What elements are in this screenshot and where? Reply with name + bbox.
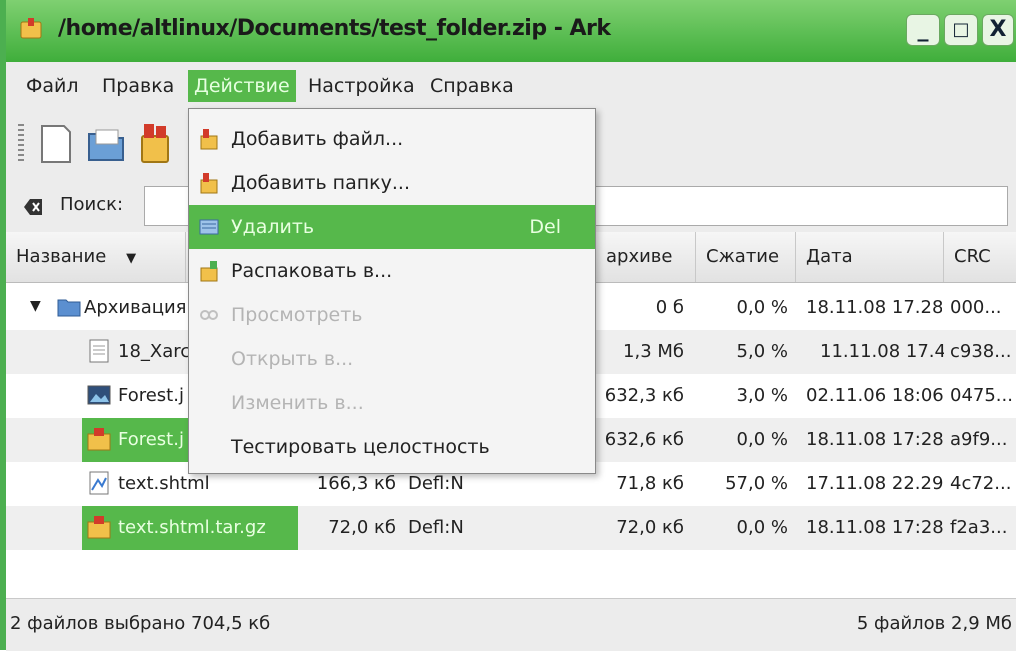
date: 18.11.08 17.28 — [806, 297, 942, 318]
html-file-icon — [89, 471, 109, 495]
clear-search-icon[interactable] — [22, 196, 44, 218]
packed-size: 1,3 Мб — [623, 341, 684, 362]
new-archive-icon[interactable] — [36, 122, 76, 166]
compression-method: Defl:N — [408, 517, 464, 538]
file-name: Архивация — [84, 297, 187, 318]
ratio: 3,0 % — [736, 385, 788, 406]
image-icon — [87, 385, 111, 405]
crc: 000... — [950, 297, 1002, 318]
menu-settings[interactable]: Настройка — [302, 70, 421, 102]
column-packed-header[interactable]: архиве — [596, 232, 696, 282]
close-button[interactable]: X — [982, 14, 1014, 46]
date: 17.11.08 22.29 — [806, 473, 944, 494]
toolbar-grip[interactable] — [18, 124, 24, 164]
column-crc-header[interactable]: CRC — [944, 232, 1016, 282]
packed-size: 632,6 кб — [604, 429, 684, 450]
search-label: Поиск: — [60, 194, 124, 215]
menu-action[interactable]: Действие — [188, 70, 296, 102]
menu-help[interactable]: Справка — [424, 70, 520, 102]
extract-icon — [200, 261, 218, 282]
packed-size: 72,0 кб — [616, 517, 684, 538]
menu-item-label: Распаковать в... — [231, 260, 393, 282]
add-file-icon[interactable] — [136, 122, 176, 166]
crc: 0475... — [950, 385, 1013, 406]
menu-item-label: Изменить в... — [231, 392, 364, 414]
crc: a9f9... — [950, 429, 1008, 450]
date: 11.11.08 17.41 — [820, 341, 944, 362]
column-ratio-header[interactable]: Сжатие — [696, 232, 796, 282]
window-title: /home/altlinux/Documents/test_folder.zip… — [58, 16, 611, 41]
crc: f2a3... — [950, 517, 1008, 538]
menu-item-add-file[interactable]: Добавить файл... — [189, 117, 595, 161]
column-date-header[interactable]: Дата — [796, 232, 944, 282]
ark-app-icon — [20, 18, 42, 39]
view-icon — [200, 310, 218, 320]
date: 18.11.08 17:28 — [806, 517, 944, 538]
menu-item-delete[interactable]: Удалить Del — [189, 205, 595, 249]
menu-item-extract[interactable]: Распаковать в... — [189, 249, 595, 293]
ratio: 0,0 % — [736, 429, 788, 450]
menu-item-add-folder[interactable]: Добавить папку... — [189, 161, 595, 205]
app-window: /home/altlinux/Documents/test_folder.zip… — [0, 0, 1016, 651]
packed-size: 632,3 кб — [604, 385, 684, 406]
ratio: 0,0 % — [736, 517, 788, 538]
column-name-header[interactable]: Название ▼ — [6, 232, 186, 282]
menu-item-label: Добавить файл... — [231, 128, 404, 150]
menu-item-shortcut: Del — [529, 216, 561, 238]
menu-item-label: Просмотреть — [231, 304, 363, 326]
document-icon — [89, 339, 109, 363]
maximize-button[interactable]: □ — [944, 14, 978, 46]
folder-icon — [57, 299, 81, 317]
date: 18.11.08 17:28 — [806, 429, 944, 450]
menu-edit[interactable]: Правка — [96, 70, 180, 102]
menu-item-edit-with[interactable]: Изменить в... — [189, 381, 595, 425]
crc: c938... — [950, 341, 1012, 362]
menu-item-label: Удалить — [231, 216, 315, 238]
menu-item-label: Тестировать целостность — [231, 436, 490, 458]
title-bar[interactable]: /home/altlinux/Documents/test_folder.zip… — [6, 0, 1016, 62]
action-menu-dropdown: Добавить файл... Добавить папку... Удали… — [188, 108, 596, 474]
crc: 4c72... — [950, 473, 1012, 494]
expand-arrow-icon[interactable]: ▼ — [30, 298, 41, 314]
ratio: 0,0 % — [736, 297, 788, 318]
archive-icon — [87, 428, 111, 451]
status-bar: 2 файлов выбрано 704,5 кб 5 файлов 2,9 М… — [6, 598, 1016, 651]
add-file-icon — [200, 129, 218, 150]
date: 02.11.06 18:06 — [806, 385, 944, 406]
sort-arrow-icon: ▼ — [126, 251, 137, 266]
file-name: text.shtml.tar.gz — [118, 517, 266, 538]
original-size: 72,0 кб — [328, 517, 396, 538]
column-name-label: Название — [16, 246, 107, 267]
menu-item-label: Добавить папку... — [231, 172, 411, 194]
open-archive-icon[interactable] — [86, 122, 126, 166]
ratio: 57,0 % — [725, 473, 788, 494]
menu-item-open-with[interactable]: Открыть в... — [189, 337, 595, 381]
file-name: Forest.j — [118, 429, 184, 450]
archive-icon — [87, 516, 111, 539]
archive-status: 5 файлов 2,9 Мб — [856, 613, 1012, 634]
menu-bar: Файл Правка Действие Настройка Справка — [6, 62, 1016, 108]
packed-size: 0 б — [655, 297, 684, 318]
menu-item-view[interactable]: Просмотреть — [189, 293, 595, 337]
ratio: 5,0 % — [736, 341, 788, 362]
file-name: Forest.j — [118, 385, 184, 406]
file-name: 18_Xarc — [118, 341, 191, 362]
minimize-button[interactable]: _ — [906, 14, 940, 46]
add-folder-icon — [200, 173, 218, 194]
menu-item-label: Открыть в... — [231, 348, 354, 370]
menu-item-test-integrity[interactable]: Тестировать целостность — [189, 425, 595, 469]
menu-file[interactable]: Файл — [20, 70, 85, 102]
packed-size: 71,8 кб — [616, 473, 684, 494]
selection-status: 2 файлов выбрано 704,5 кб — [10, 613, 271, 634]
delete-icon — [199, 219, 219, 235]
table-row[interactable]: text.shtml.tar.gz 72,0 кб Defl:N 72,0 кб… — [6, 506, 1016, 550]
